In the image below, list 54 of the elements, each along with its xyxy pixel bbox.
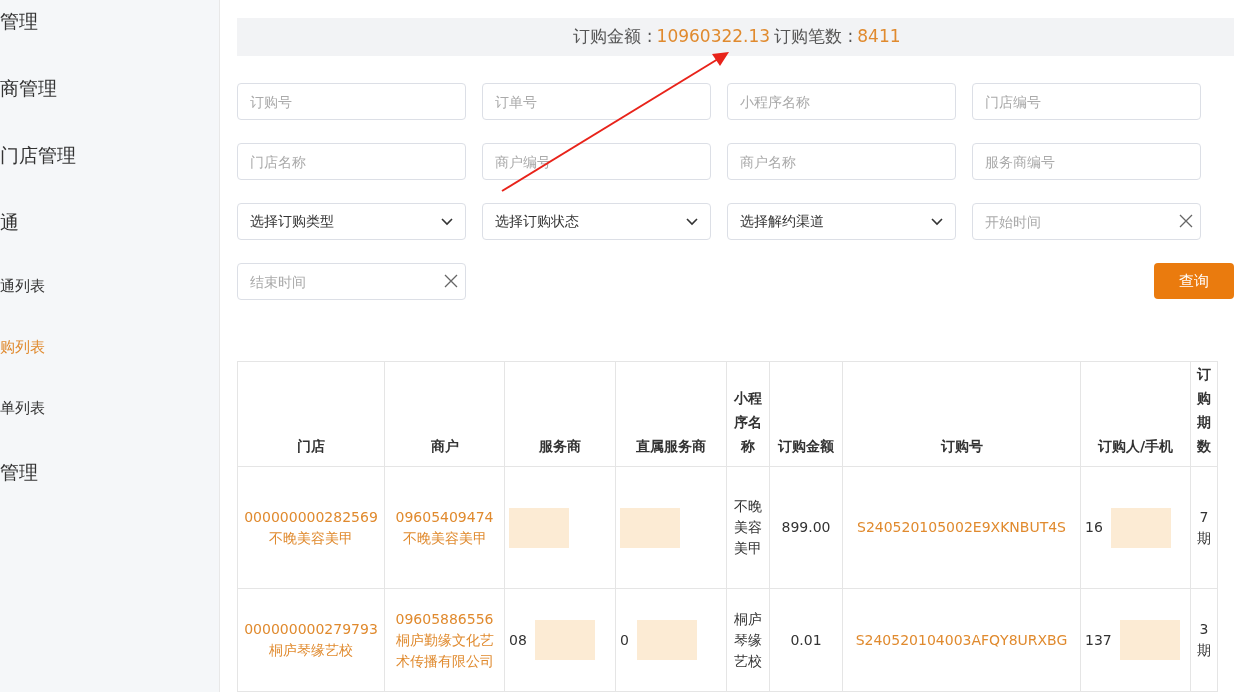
table-cell: 899.00 [769,466,843,589]
sidebar-item[interactable]: 管理 [0,439,219,506]
column-header: 订购号 [940,438,983,454]
sidebar-subitem[interactable]: 单列表 [0,378,219,439]
chevron-down-icon [686,217,698,226]
sidebar-item[interactable]: 管理 [0,0,219,55]
table-cell: 桐庐琴缘艺校 [726,588,770,692]
column-header: 订购金额 [778,438,834,454]
input-field[interactable]: 小程序名称 [727,83,956,120]
blurred-block [620,507,680,548]
table-cell-text: 16 [1085,518,1103,537]
select-field[interactable]: 选择订购状态 [482,203,711,240]
column-header: 门店 [297,438,325,454]
amount-value: 10960322.13 [656,25,771,49]
amount-label: 订购金额 : [573,25,653,49]
sidebar-subitem[interactable]: 通列表 [0,256,219,317]
blurred-block [534,620,595,660]
blurred-block [1110,507,1171,548]
table-cell: 3期 [1190,588,1218,692]
input-field[interactable]: 订购号 [237,83,466,120]
table-cell-text: 0 [620,630,629,650]
table-cell-text: 08 [509,630,527,650]
column-header: 商户 [430,438,459,454]
input-field[interactable]: 商户名称 [727,143,956,180]
clear-icon[interactable] [444,274,458,288]
select-field[interactable]: 选择解约渠道 [727,203,956,240]
input-field[interactable]: 门店编号 [972,83,1201,120]
input-field[interactable]: 订单号 [482,83,711,120]
table-cell-text: 137 [1085,630,1112,650]
input-field[interactable]: 服务商编号 [972,143,1201,180]
table-cell: 7期 [1190,466,1218,589]
column-header: 订购期数 [1197,366,1211,454]
column-header: 订购人/手机 [1097,438,1174,454]
input-field[interactable]: 商户编号 [482,143,711,180]
blurred-block [636,620,697,660]
chevron-down-icon [441,217,453,226]
column-header: 服务商 [539,438,581,454]
sidebar-item[interactable]: 商管理 [0,55,219,122]
column-header: 小程序名称 [734,390,762,454]
select-field[interactable]: 选择订购类型 [237,203,466,240]
table-cell: 0.01 [769,588,843,692]
blurred-block [509,507,569,548]
date-field[interactable]: 开始时间 [972,203,1201,240]
sidebar-item[interactable]: 通 [0,189,219,256]
column-header: 直属服务商 [636,438,706,454]
table-cell: 不晚美容美甲 [726,466,770,589]
date-field[interactable]: 结束时间 [237,263,466,300]
count-label: 订购笔数 : [774,25,854,49]
input-field[interactable]: 门店名称 [237,143,466,180]
blurred-block [1119,620,1180,660]
count-value: 8411 [857,25,901,49]
clear-icon[interactable] [1179,214,1193,228]
chevron-down-icon [931,217,943,226]
sidebar-item[interactable]: 门店管理 [0,122,219,189]
